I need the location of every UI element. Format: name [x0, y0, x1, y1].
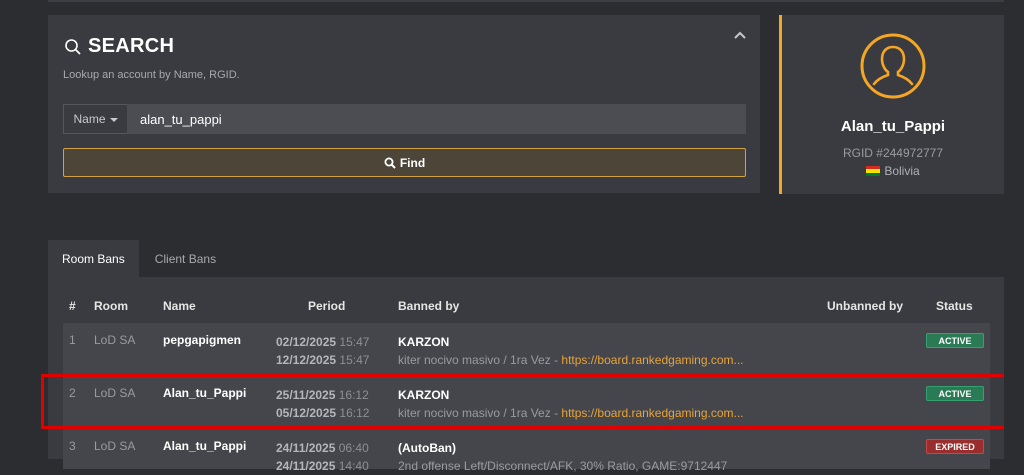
search-icon	[65, 38, 81, 55]
ban-reason: kiter nocivo masivo / 1ra Vez -	[398, 406, 562, 420]
header-name: Name	[163, 299, 196, 313]
profile-country: Bolivia	[782, 164, 1004, 178]
row-period: 02/12/2025 15:47 12/12/2025 15:47	[276, 333, 369, 369]
banned-by-user: (AutoBan)	[398, 441, 456, 455]
end-date: 24/11/2025	[276, 459, 336, 473]
tab-client-bans[interactable]: Client Bans	[139, 240, 232, 278]
search-row: Name	[63, 104, 746, 134]
search-field-select[interactable]: Name	[63, 104, 127, 134]
row-name: pepgapigmen	[163, 333, 242, 347]
start-time: 06:40	[338, 441, 369, 455]
end-date: 05/12/2025	[276, 406, 337, 420]
banned-by-user: KARZON	[398, 388, 450, 402]
search-header: SEARCH	[64, 35, 174, 58]
profile-name: Alan_tu_Pappi	[840, 118, 946, 135]
start-date: 24/11/2025	[276, 441, 336, 455]
profile-card: Alan_tu_Pappi RGID #244972777 Bolivia	[779, 15, 1004, 194]
table-row[interactable]: 1 LoD SA pepgapigmen 02/12/2025 15:47 12…	[63, 323, 990, 374]
header-num: #	[69, 299, 76, 313]
start-time: 15:47	[339, 335, 370, 349]
row-room: LoD SA	[94, 439, 136, 453]
row-banned-by: (AutoBan) 2nd offense Left/Disconnect/AF…	[398, 439, 727, 475]
search-input[interactable]	[127, 104, 746, 134]
search-field-label: Name	[73, 112, 106, 126]
row-num: 3	[69, 439, 76, 453]
search-description: Lookup an account by Name, RGID.	[63, 69, 240, 81]
find-button-label: Find	[399, 155, 426, 170]
profile-rgid: RGID #244972777	[842, 146, 944, 160]
tab-room-bans[interactable]: Room Bans	[48, 240, 139, 278]
search-panel: SEARCH Lookup an account by Name, RGID. …	[48, 15, 760, 193]
ban-reason: kiter nocivo masivo / 1ra Vez -	[398, 353, 562, 367]
header-room: Room	[94, 299, 128, 313]
end-time: 14:40	[338, 459, 369, 473]
page-edge	[1004, 0, 1024, 459]
ban-reason: 2nd offense Left/Disconnect/AFK, 30% Rat…	[398, 459, 728, 473]
row-banned-by: KARZON kiter nocivo masivo / 1ra Vez - h…	[398, 386, 744, 422]
ban-link[interactable]: https://board.rankedgaming.com...	[561, 353, 743, 367]
status-badge: ACTIVE	[926, 333, 984, 348]
start-date: 02/12/2025	[276, 335, 337, 349]
header-unbanned-by: Unbanned by	[827, 299, 904, 313]
header-banned-by: Banned by	[398, 299, 460, 313]
row-num: 1	[69, 333, 76, 347]
user-avatar-icon	[860, 33, 926, 99]
end-date: 12/12/2025	[276, 353, 337, 367]
row-period: 25/11/2025 16:12 05/12/2025 16:12	[276, 386, 369, 422]
table-row[interactable]: 2 LoD SA Alan_tu_Pappi 25/11/2025 16:12 …	[63, 376, 990, 427]
caret-down-icon	[109, 118, 118, 122]
find-button[interactable]: Find	[63, 148, 746, 177]
top-divider	[48, 0, 1004, 2]
search-icon	[384, 157, 396, 169]
ban-link[interactable]: https://board.rankedgaming.com...	[561, 406, 743, 420]
header-period: Period	[308, 299, 346, 313]
row-num: 2	[69, 386, 76, 400]
row-banned-by: KARZON kiter nocivo masivo / 1ra Vez - h…	[398, 333, 744, 369]
row-name: Alan_tu_Pappi	[163, 439, 247, 453]
row-room: LoD SA	[94, 333, 136, 347]
start-time: 16:12	[338, 388, 369, 402]
end-time: 16:12	[339, 406, 370, 420]
banned-by-user: KARZON	[398, 335, 450, 349]
end-time: 15:47	[339, 353, 370, 367]
row-room: LoD SA	[94, 386, 136, 400]
status-badge: EXPIRED	[926, 439, 984, 454]
ban-tabs: Room Bans Client Bans	[48, 240, 232, 278]
start-date: 25/11/2025	[276, 388, 336, 402]
search-title: SEARCH	[88, 35, 175, 57]
row-period: 24/11/2025 06:40 24/11/2025 14:40	[276, 439, 369, 475]
header-status: Status	[936, 299, 973, 313]
row-name: Alan_tu_Pappi	[163, 386, 247, 400]
table-row[interactable]: 3 LoD SA Alan_tu_Pappi 24/11/2025 06:40 …	[63, 429, 990, 473]
bans-table: # Room Name Period Banned by Unbanned by…	[48, 277, 1004, 473]
profile-country-label: Bolivia	[884, 164, 920, 178]
chevron-up-icon[interactable]	[732, 27, 748, 43]
bolivia-flag-icon	[866, 166, 881, 176]
status-badge: ACTIVE	[926, 386, 984, 401]
